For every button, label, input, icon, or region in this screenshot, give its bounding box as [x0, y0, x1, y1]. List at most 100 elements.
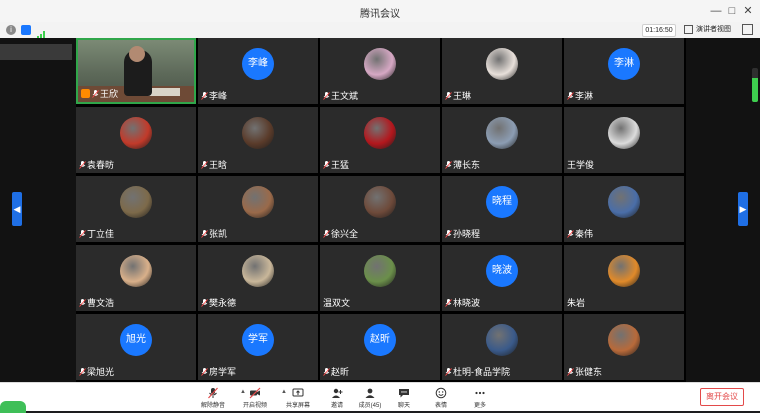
- meeting-toolbar: 解除静音 开启视频 共享屏幕 邀请 成员(45) 聊天 表情 更多 ▲ ▲ 离开会议: [0, 382, 760, 413]
- mic-muted-icon: [201, 368, 208, 376]
- participant-tile[interactable]: 李峰 李峰: [198, 38, 318, 104]
- participant-name-label: 孙晓程: [445, 227, 480, 240]
- app-logo-icon: [0, 401, 26, 413]
- invite-icon: [331, 386, 343, 398]
- mic-muted-icon: [445, 92, 452, 100]
- start-video-button[interactable]: 开启视频: [235, 384, 275, 410]
- participant-name-label: 张凯: [201, 227, 227, 240]
- participant-tile[interactable]: 樊永德: [198, 245, 318, 311]
- mic-muted-icon: [567, 92, 574, 100]
- avatar: [608, 255, 640, 287]
- participant-tile[interactable]: 李淋 李淋: [564, 38, 684, 104]
- meeting-timer: 01:16:50: [642, 24, 676, 37]
- avatar: 晓波: [486, 255, 518, 287]
- participant-name-label: 王猛: [323, 158, 349, 171]
- participant-tile[interactable]: 曹文浩: [76, 245, 196, 311]
- participant-name: 樊永德: [209, 298, 237, 308]
- participant-tile[interactable]: 徐兴全: [320, 176, 440, 242]
- participant-name-label: 温双文: [323, 296, 350, 309]
- participant-tile[interactable]: 张凯: [198, 176, 318, 242]
- minimized-thumbnail[interactable]: [0, 44, 72, 60]
- next-page-arrow-icon[interactable]: ▶: [738, 192, 748, 226]
- participant-tile[interactable]: 王琳: [442, 38, 562, 104]
- participant-tile[interactable]: 赵昕 赵昕: [320, 314, 440, 380]
- avatar: [242, 117, 274, 149]
- toolbar-button-label: 聊天: [397, 403, 410, 409]
- avatar: [364, 117, 396, 149]
- emoji-icon: [435, 386, 447, 399]
- participant-tile[interactable]: 王欣: [76, 38, 196, 104]
- participant-name: 薄长东: [453, 160, 481, 170]
- participant-tile[interactable]: 王文斌: [320, 38, 440, 104]
- mic-muted-icon: [445, 230, 452, 238]
- more-button[interactable]: 更多: [460, 384, 500, 410]
- chat-button[interactable]: 聊天: [384, 384, 424, 410]
- participant-name: 王猛: [331, 160, 350, 170]
- share-screen-button[interactable]: 共享屏幕: [278, 384, 318, 410]
- participant-tile[interactable]: 张健东: [564, 314, 684, 380]
- participant-tile[interactable]: 丁立佳: [76, 176, 196, 242]
- screen-share-icon: [292, 386, 304, 398]
- participant-name: 王学俊: [567, 160, 595, 170]
- info-icon[interactable]: i: [6, 25, 16, 35]
- participant-name-label: 张健东: [567, 365, 602, 378]
- participant-tile[interactable]: 袁春昉: [76, 107, 196, 173]
- participant-tile[interactable]: 杜明-食品学院: [442, 314, 562, 380]
- participant-name-label: 徐兴全: [323, 227, 358, 240]
- avatar: 晓程: [486, 186, 518, 218]
- minimize-icon[interactable]: —: [708, 3, 724, 19]
- speaker-view-button[interactable]: 演讲者视图: [684, 24, 731, 35]
- participant-tile[interactable]: 晓波 林晓波: [442, 245, 562, 311]
- shield-icon[interactable]: [21, 25, 31, 35]
- avatar: [486, 324, 518, 356]
- more-icon: [474, 386, 486, 398]
- participant-name: 杜明-食品学院: [453, 367, 510, 377]
- avatar: [608, 324, 640, 356]
- avatar: [242, 255, 274, 287]
- avatar: [120, 186, 152, 218]
- participant-tile[interactable]: 晓程 孙晓程: [442, 176, 562, 242]
- participant-tile[interactable]: 旭光 梁旭光: [76, 314, 196, 380]
- toolbar-button-label: 更多: [473, 403, 486, 409]
- participant-name-label: 薄长东: [445, 158, 480, 171]
- video-options-caret-icon[interactable]: ▲: [281, 389, 287, 395]
- mic-muted-icon: [323, 368, 330, 376]
- avatar: 李峰: [242, 48, 274, 80]
- fullscreen-icon[interactable]: [742, 24, 753, 35]
- participant-name-label: 樊永德: [201, 296, 236, 309]
- participant-name-label: 秦伟: [567, 227, 593, 240]
- mic-muted-icon: [207, 386, 219, 399]
- avatar: [120, 117, 152, 149]
- mic-muted-icon: [201, 299, 208, 307]
- unmute-button[interactable]: 解除静音: [193, 384, 233, 410]
- avatar: [608, 186, 640, 218]
- participant-tile[interactable]: 王猛: [320, 107, 440, 173]
- avatar: 李淋: [608, 48, 640, 80]
- participant-tile[interactable]: 秦伟: [564, 176, 684, 242]
- participant-tile[interactable]: 学军 房学军: [198, 314, 318, 380]
- avatar: [364, 48, 396, 80]
- speaker-view-label: 演讲者视图: [696, 26, 731, 33]
- participant-tile[interactable]: 王晗: [198, 107, 318, 173]
- prev-page-arrow-icon[interactable]: ◀: [12, 192, 22, 226]
- participant-name-label: 王欣: [81, 87, 118, 100]
- leave-meeting-button[interactable]: 离开会议: [700, 388, 744, 406]
- participant-tile[interactable]: 温双文: [320, 245, 440, 311]
- grid-view-icon: [684, 24, 693, 34]
- participant-tile[interactable]: 薄长东: [442, 107, 562, 173]
- toolbar-button-label: 表情: [434, 403, 447, 409]
- participant-tile[interactable]: 王学俊: [564, 107, 684, 173]
- toolbar-button-label: 开启视频: [242, 403, 267, 409]
- participant-name: 赵昕: [331, 367, 350, 377]
- participant-name-label: 袁春昉: [79, 158, 114, 171]
- mic-muted-icon: [92, 90, 99, 98]
- maximize-icon[interactable]: □: [724, 3, 740, 19]
- volume-level: [752, 78, 758, 102]
- participant-name-label: 赵昕: [323, 365, 349, 378]
- emoji-button[interactable]: 表情: [421, 384, 461, 410]
- participant-tile[interactable]: 朱岩: [564, 245, 684, 311]
- participant-name: 张凯: [209, 229, 228, 239]
- mic-muted-icon: [79, 230, 86, 238]
- close-icon[interactable]: ✕: [740, 3, 756, 19]
- mic-options-caret-icon[interactable]: ▲: [240, 389, 246, 395]
